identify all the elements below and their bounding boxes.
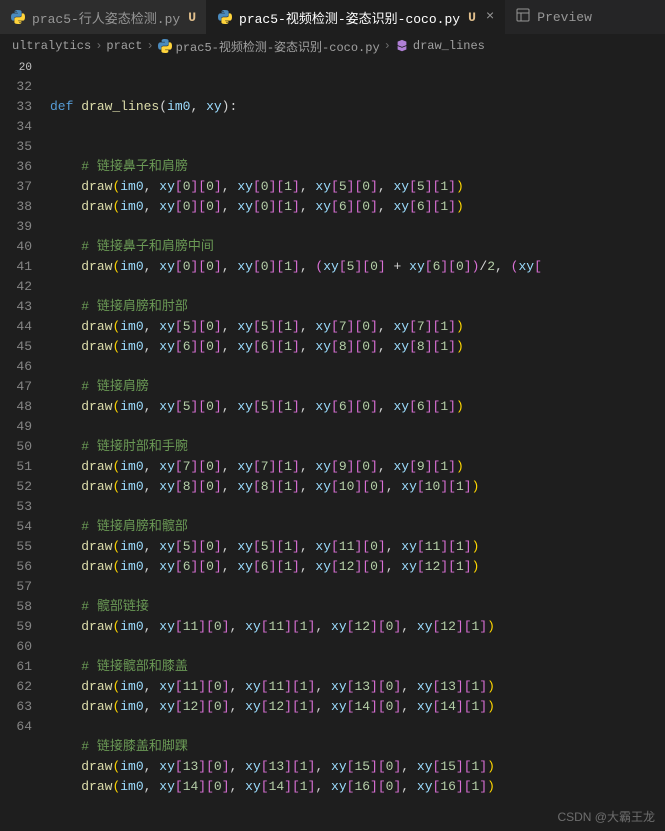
close-icon[interactable]: ×: [486, 9, 494, 25]
breadcrumb[interactable]: ultralytics › pract › prac5-视频检测-姿态识别-co…: [0, 35, 665, 57]
tab-preview[interactable]: Preview: [505, 0, 602, 34]
chevron-right-icon: ›: [146, 39, 153, 53]
tab-file-2[interactable]: prac5-视频检测-姿态识别-coco.py U ×: [207, 0, 505, 34]
breadcrumb-part[interactable]: draw_lines: [413, 39, 485, 53]
breadcrumb-part[interactable]: pract: [106, 39, 142, 53]
python-icon: [10, 9, 26, 25]
chevron-right-icon: ›: [95, 39, 102, 53]
preview-label: Preview: [537, 10, 592, 25]
modified-indicator: U: [468, 10, 476, 25]
preview-icon: [515, 7, 531, 27]
breadcrumb-part[interactable]: prac5-视频检测-姿态识别-coco.py: [176, 38, 380, 55]
python-icon: [158, 39, 172, 53]
tab-label: prac5-视频检测-姿态识别-coco.py: [239, 8, 460, 27]
function-icon: [395, 39, 409, 53]
breadcrumb-part[interactable]: ultralytics: [12, 39, 91, 53]
tab-bar: prac5-行人姿态检测.py U prac5-视频检测-姿态识别-coco.p…: [0, 0, 665, 35]
tab-file-1[interactable]: prac5-行人姿态检测.py U: [0, 0, 207, 34]
chevron-right-icon: ›: [384, 39, 391, 53]
python-icon: [217, 9, 233, 25]
line-number-gutter: 20 3233343536373839404142434445464748495…: [0, 57, 50, 831]
watermark: CSDN @大霸王龙: [557, 808, 655, 825]
code-editor[interactable]: 20 3233343536373839404142434445464748495…: [0, 57, 665, 831]
tab-label: prac5-行人姿态检测.py: [32, 8, 180, 27]
code-content[interactable]: def draw_lines(im0, xy): # 链接鼻子和肩膀 draw(…: [50, 57, 665, 831]
modified-indicator: U: [188, 10, 196, 25]
